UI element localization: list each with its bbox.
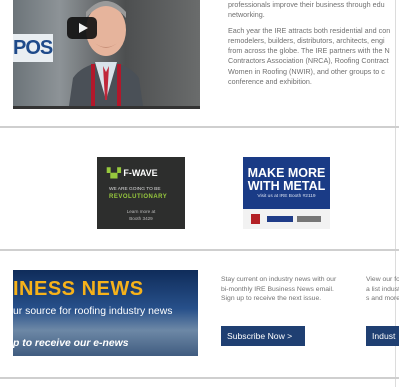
fwave-ad-line-2: REVOLUTIONARY (109, 194, 168, 200)
intro-paragraph-1: professionals improve their business thr… (228, 0, 385, 20)
fwave-ad-line-1: WE ARE GOING TO BE (109, 187, 161, 192)
play-button-icon[interactable] (67, 17, 97, 39)
subscribe-description: Stay current on industry news with our b… (221, 276, 337, 303)
sponsor-logo-icon (297, 216, 321, 222)
speaker-image (69, 1, 143, 106)
fwave-ad-banner[interactable]: ▚▞ F-WAVE WE ARE GOING TO BE REVOLUTIONA… (97, 157, 185, 229)
news-banner-tagline: ur source for roofing industry news (13, 306, 173, 317)
fwave-ad-line-4: Booth 3429 (129, 216, 153, 221)
section-divider-3 (0, 377, 399, 379)
news-banner-title: INESS NEWS (13, 278, 144, 300)
industry-description: View our for a list industry s and more (366, 276, 399, 303)
business-news-banner[interactable]: INESS NEWS ur source for roofing industr… (13, 270, 198, 356)
metal-ad-banner[interactable]: MAKE MORE WITH METAL Visit us at IRE Boo… (243, 157, 330, 229)
page: POS professionals improve their business… (0, 0, 399, 387)
fwave-logo-mark: ▚▞ (107, 168, 124, 178)
metal-ad-headline: MAKE MORE WITH METAL (247, 166, 326, 193)
booth-sign: POS (13, 34, 53, 62)
metal-ad-subtext: Visit us at IRE Booth #2119 (257, 194, 316, 199)
metal-ad-logo-strip (243, 209, 330, 229)
sponsor-logo-icon (251, 214, 260, 224)
subscribe-now-button[interactable]: Subscribe Now > (221, 326, 305, 346)
section-divider-1 (0, 126, 399, 128)
intro-text: professionals improve their business thr… (228, 0, 398, 93)
sponsor-logo-icon (267, 216, 293, 222)
industry-button[interactable]: Indust (366, 326, 399, 346)
fwave-logo: ▚▞ F-WAVE (107, 168, 158, 179)
section-divider-2 (0, 249, 399, 251)
fwave-ad-line-3: Learn more at (126, 209, 156, 214)
video-thumbnail[interactable]: POS (13, 0, 200, 106)
intro-paragraph-2: Each year the IRE attracts both resident… (228, 26, 391, 86)
video-bottom-bar (13, 106, 200, 109)
news-banner-cta: p to receive our e-news (13, 338, 129, 349)
fwave-logo-text: F-WAVE (123, 168, 158, 178)
